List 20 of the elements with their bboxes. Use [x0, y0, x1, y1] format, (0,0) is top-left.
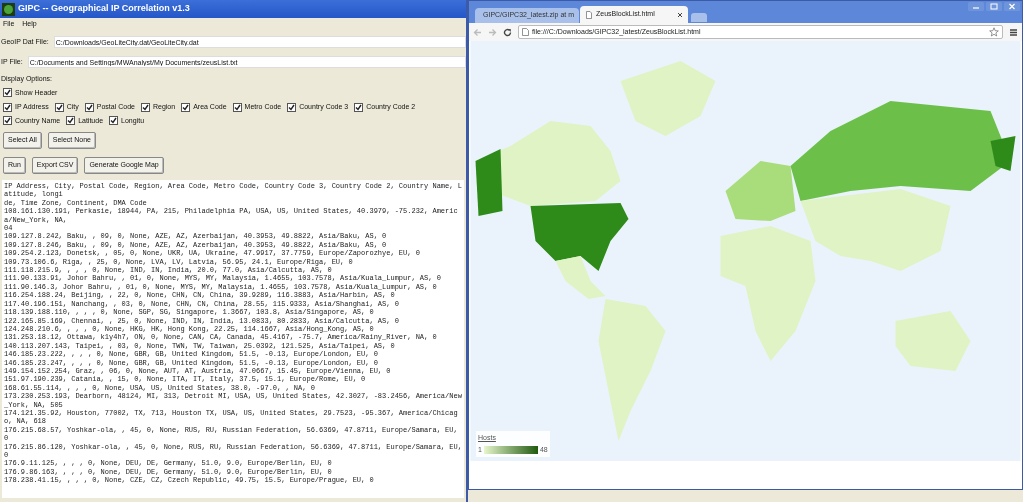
check-icon [141, 103, 149, 111]
window-title: GIPC -- Geographical IP Correlation v1.3 [18, 2, 190, 16]
check-icon [85, 103, 93, 111]
forward-icon[interactable] [488, 27, 497, 37]
page-icon [585, 10, 593, 19]
check-icon [110, 117, 118, 125]
check-icon [182, 103, 190, 111]
star-icon[interactable] [989, 27, 999, 37]
menu-icon[interactable] [1009, 27, 1018, 37]
back-icon[interactable] [473, 27, 482, 37]
reload-icon[interactable] [503, 27, 512, 37]
page-icon [522, 28, 529, 36]
legend-gradient [483, 445, 538, 454]
close-icon[interactable] [677, 11, 683, 18]
check-icon [355, 103, 363, 111]
globe-icon [2, 2, 15, 16]
check-icon [288, 103, 296, 111]
check-icon [233, 103, 241, 111]
minimize-icon[interactable] [968, 2, 984, 11]
maximize-icon[interactable] [986, 2, 1002, 11]
